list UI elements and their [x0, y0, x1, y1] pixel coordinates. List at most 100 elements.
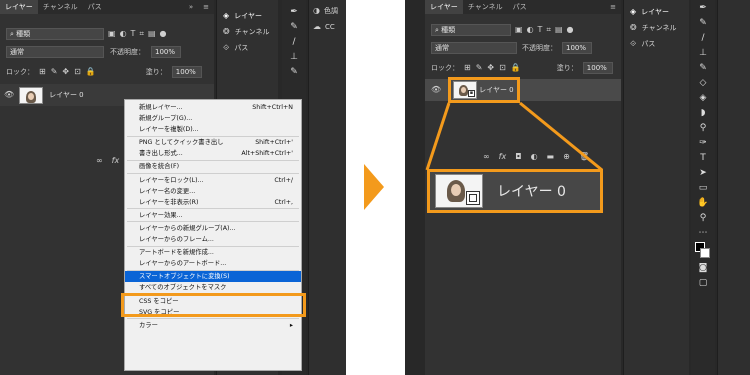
tab-channels[interactable]: チャンネル	[38, 0, 83, 14]
pencil-tool-icon[interactable]: /	[287, 36, 301, 49]
context-menu-item[interactable]: レイヤーからのアートボード...	[125, 258, 301, 269]
context-menu-item[interactable]: カラー ▸	[125, 320, 301, 331]
menu-item-label: レイヤーをロック(L)...	[139, 176, 204, 184]
menu-item-shortcut: ▸	[289, 321, 293, 329]
menu-item-label: 新規グループ(G)...	[139, 115, 193, 123]
adjust-icon[interactable]: ◑	[313, 6, 320, 16]
context-menu-item[interactable]: レイヤーからの新規グループ(A)...	[125, 223, 301, 234]
menu-highlight-outline	[121, 293, 306, 317]
context-menu-item[interactable]: 書き出し形式... Alt+Shift+Ctrl+'	[125, 148, 301, 159]
menu-item-label: アートボードを新規作成...	[139, 249, 214, 257]
context-menu-item[interactable]: PNG としてクイック書き出し Shift+Ctrl+'	[125, 137, 301, 148]
eyedropper-tool-icon[interactable]: ✒	[287, 6, 301, 19]
blend-row: 通常 不透明度： 100%	[6, 46, 181, 58]
opacity-label: 不透明度：	[110, 48, 145, 56]
side-label-paths: パス	[234, 44, 249, 52]
lock-all-icon[interactable]: 🔒	[86, 67, 96, 77]
context-menu-item[interactable]: レイヤーを複製(D)...	[125, 124, 301, 135]
context-menu-item[interactable]: レイヤー名の変更...	[125, 186, 301, 197]
menu-item-label: スマートオブジェクトに変換(S)	[139, 273, 230, 281]
context-menu-item[interactable]: レイヤー効果...	[125, 210, 301, 221]
menu-item-shortcut: Shift+Ctrl+N	[252, 104, 293, 111]
filter-adjust-icon[interactable]: ◐	[120, 29, 127, 39]
tab-layers[interactable]: レイヤー	[0, 0, 38, 14]
filter-text-icon[interactable]: T	[131, 29, 136, 39]
visibility-eye-icon[interactable]: 👁	[4, 90, 14, 100]
filter-smart-icon[interactable]: ▤	[148, 29, 156, 39]
menu-item-label: 書き出し形式...	[139, 150, 183, 158]
paths-icon: ⟐	[223, 43, 230, 52]
context-menu-item[interactable]: すべてのオブジェクトをマスク	[125, 282, 301, 293]
menu-item-shortcut: Ctrl+/	[274, 176, 293, 184]
context-menu-item[interactable]: レイヤーを非表示(R) Ctrl+,	[125, 197, 301, 208]
menu-item-label: レイヤー効果...	[139, 211, 183, 219]
side-tab-channels[interactable]: ❂ チャンネル	[217, 24, 278, 40]
menu-item-label: レイヤーを非表示(R)	[139, 198, 199, 206]
panel-menu-icon[interactable]: ≡	[198, 0, 214, 14]
context-menu-item[interactable]: スマートオブジェクトに変換(S)	[125, 271, 301, 283]
right-screenshot: レイヤー チャンネル パス ≡ ⌕ 種類 ▣ ◐ T ⌗ ▤ ● 通常 不透明度…	[405, 0, 750, 375]
lock-move-icon[interactable]: ✥	[62, 67, 69, 77]
menu-item-shortcut: Shift+Ctrl+'	[255, 139, 293, 147]
filter-toggle-icon[interactable]: ●	[160, 29, 167, 39]
filter-kind-select[interactable]: ⌕ 種類	[6, 28, 104, 40]
layer-name: レイヤー 0	[49, 91, 84, 99]
menu-item-label: レイヤーからのアートボード...	[139, 260, 227, 268]
edge-label-color: 色調	[323, 7, 338, 15]
menu-item-label: すべてのオブジェクトをマスク	[139, 284, 227, 292]
context-menu-item[interactable]: レイヤーからのフレーム...	[125, 234, 301, 245]
layer-thumbnail	[19, 86, 44, 104]
lock-artboard-icon[interactable]: ⊡	[74, 67, 81, 77]
side-tab-paths[interactable]: ⟐ パス	[217, 40, 278, 56]
stamp-tool-icon[interactable]: ⊥	[287, 51, 301, 64]
layers-stack-icon: ◈	[223, 11, 230, 20]
channels-icon: ❂	[223, 27, 230, 36]
context-menu-item[interactable]: アートボードを新規作成...	[125, 247, 301, 258]
brush-tool-icon[interactable]: ✎	[287, 21, 301, 34]
fx-icon[interactable]: fx	[112, 156, 120, 166]
fill-input[interactable]: 100%	[171, 66, 202, 78]
left-screenshot: レイヤー チャンネル パス » ≡ ⌕ 種類 ▣ ◐ T ⌗ ▤ ● 通常 不透…	[0, 0, 346, 375]
tab-paths[interactable]: パス	[83, 0, 107, 14]
lock-pixels-icon[interactable]: ⊞	[39, 67, 46, 77]
menu-item-label: カラー	[139, 321, 158, 329]
lock-paint-icon[interactable]: ✎	[51, 67, 58, 77]
context-menu-item[interactable]: レイヤーをロック(L)... Ctrl+/	[125, 175, 301, 186]
menu-item-label: PNG としてクイック書き出し	[139, 139, 224, 147]
filter-shape-icon[interactable]: ⌗	[139, 29, 144, 39]
left-panel-tabs: レイヤー チャンネル パス » ≡	[0, 0, 214, 14]
context-menu-item[interactable]: 画像を統合(F)	[125, 161, 301, 172]
menu-item-label: レイヤーからの新規グループ(A)...	[139, 224, 236, 232]
side-label-channels: チャンネル	[234, 28, 270, 36]
menu-item-label: 新規レイヤー...	[139, 104, 183, 111]
filter-kind-value: 種類	[16, 30, 31, 38]
arrow-icon	[362, 164, 386, 210]
edge-label-cc: CC	[325, 23, 335, 31]
opacity-input[interactable]: 100%	[151, 46, 181, 58]
collapse-icon[interactable]: »	[184, 0, 198, 14]
menu-item-label: レイヤーを複製(D)...	[139, 126, 199, 134]
lock-row: ロック： ⊞ ✎ ✥ ⊡ 🔒 塗り： 100%	[6, 66, 202, 78]
filter-pixel-icon[interactable]: ▣	[108, 29, 116, 39]
menu-item-shortcut: Ctrl+,	[274, 198, 293, 206]
side-tab-layers[interactable]: ◈ レイヤー	[217, 8, 278, 24]
history-brush-icon[interactable]: ✎	[287, 66, 301, 79]
context-menu-item[interactable]: 新規グループ(G)...	[125, 113, 301, 124]
menu-item-label: 画像を統合(F)	[139, 163, 180, 171]
zoom-callout: レイヤー 0	[427, 169, 603, 213]
link-icon[interactable]: ∞	[96, 156, 103, 166]
fill-label: 塗り：	[145, 68, 167, 76]
smart-object-badge-icon	[466, 191, 480, 205]
zoom-layer-name: レイヤー 0	[497, 184, 566, 200]
blend-mode-select[interactable]: 通常	[6, 46, 104, 58]
menu-item-label: レイヤーからのフレーム...	[139, 236, 214, 244]
libraries-icon[interactable]: ☁	[313, 22, 321, 32]
lock-label: ロック：	[6, 68, 34, 76]
context-menu-item[interactable]: 新規レイヤー... Shift+Ctrl+N	[125, 102, 301, 113]
zoom-thumbnail	[435, 174, 483, 208]
menu-item-shortcut: Alt+Shift+Ctrl+'	[241, 150, 293, 158]
filter-row: ⌕ 種類 ▣ ◐ T ⌗ ▤ ●	[6, 28, 167, 40]
context-menu: 新規レイヤー... Shift+Ctrl+N 新規グループ(G)... レイヤーを複製…	[124, 99, 302, 371]
left-edge-panel: ◑ 色調 ☁ CC	[308, 0, 346, 375]
menu-item-label: レイヤー名の変更...	[139, 187, 196, 195]
